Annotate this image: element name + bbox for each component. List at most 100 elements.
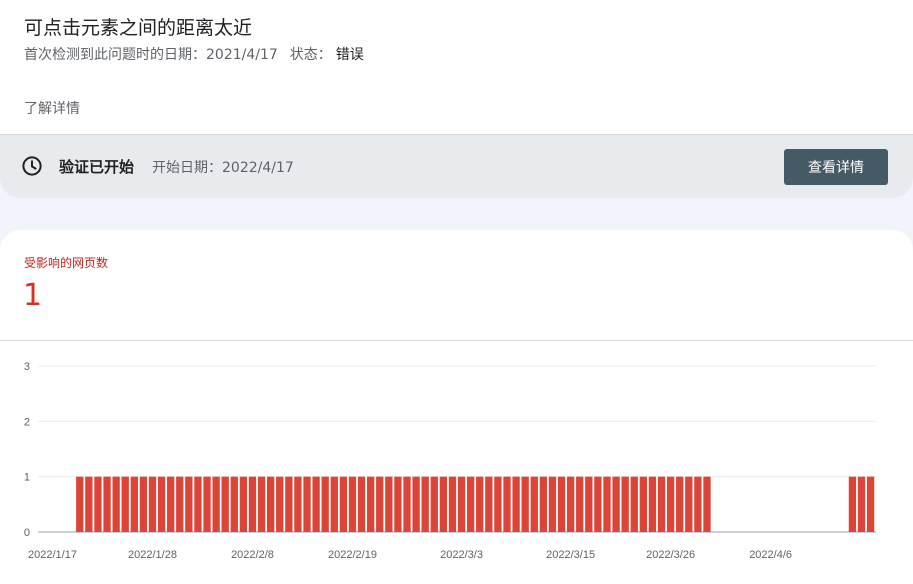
chart-bar	[239, 476, 248, 532]
chart-bar	[476, 476, 484, 532]
chart-bar	[848, 476, 857, 532]
x-tick-label: 2022/2/19	[328, 549, 377, 561]
chart-bar	[694, 476, 702, 532]
chart-bar	[394, 476, 402, 532]
chart-bar	[312, 476, 320, 532]
chart-bar	[639, 476, 647, 532]
learn-more-link[interactable]: 了解详情	[24, 98, 80, 118]
chart-bar	[594, 476, 602, 532]
x-tick-label: 2022/4/6	[749, 549, 792, 561]
chart-bar	[412, 476, 420, 532]
y-tick-label: 0	[24, 527, 30, 539]
chart-bar	[85, 476, 93, 532]
chart-bar	[585, 476, 593, 532]
chart-bar	[103, 476, 111, 532]
chart-bar	[612, 476, 620, 532]
chart-bar	[267, 476, 275, 532]
view-details-button[interactable]: 查看详情	[784, 149, 888, 185]
y-tick-label: 2	[24, 416, 30, 428]
start-date-value: 2022/4/17	[222, 160, 294, 176]
chart-bar	[76, 476, 84, 532]
chart-bar	[648, 476, 657, 532]
chart-bar	[321, 476, 329, 532]
chart-bar	[285, 476, 293, 532]
chart-bar	[539, 476, 548, 532]
chart-bar	[430, 476, 438, 532]
chart-bar	[294, 476, 302, 532]
chart-bar	[657, 476, 666, 532]
x-tick-label: 2022/1/17	[28, 549, 77, 561]
y-tick-label: 1	[24, 472, 30, 484]
chart-bar	[339, 476, 348, 532]
chart-bar	[512, 476, 520, 532]
chart-bar	[676, 476, 684, 532]
x-tick-label: 2022/3/26	[646, 549, 695, 561]
chart-bar	[276, 476, 284, 532]
chart-bar	[167, 476, 175, 532]
validation-title: 验证已开始	[59, 158, 135, 176]
chart-bar	[494, 476, 502, 532]
chart-bar	[385, 476, 393, 532]
chart-bar	[857, 476, 866, 532]
chart-bar	[112, 476, 120, 532]
chart-bar	[139, 476, 148, 532]
chart-bar	[230, 476, 238, 532]
start-date-label: 开始日期：	[152, 160, 222, 176]
chart-bar	[530, 476, 538, 532]
chart-bar	[367, 476, 375, 532]
chart-bar	[576, 476, 584, 532]
chart-bar	[457, 476, 466, 532]
status-value: 错误	[335, 47, 364, 63]
chart-bar	[376, 476, 384, 532]
chart-bar	[176, 476, 184, 532]
affected-pages-card: 受影响的网页数 1 0 1 2 3 2022/1/17 2022/1/28 2022/2/8…	[0, 230, 913, 584]
chart-bar	[521, 476, 529, 532]
issue-title: 可点击元素之间的距离太近	[24, 17, 253, 39]
chart-bar	[157, 476, 166, 532]
chart-bar	[421, 476, 429, 532]
chart-bar	[357, 476, 366, 532]
chart-bar	[330, 476, 338, 532]
affected-pages-chart: 0 1 2 3 2022/1/17 2022/1/28 2022/2/8 2022/2/19 2…	[24, 361, 876, 561]
chart-bar	[148, 476, 157, 532]
chart-bar	[466, 476, 475, 532]
chart-bar	[439, 476, 448, 532]
chart-bar	[603, 476, 611, 532]
x-tick-label: 2022/1/28	[128, 549, 177, 561]
chart-bar	[630, 476, 638, 532]
first-detected-date: 2021/4/17	[206, 47, 278, 63]
chart-bar	[212, 476, 220, 532]
chart-bar	[566, 476, 575, 532]
status-label: 状态：	[289, 47, 332, 63]
chart-bar	[703, 476, 711, 532]
chart-bar	[257, 476, 266, 532]
chart-bar	[548, 476, 557, 532]
chart-bar	[221, 476, 229, 532]
chart-bar	[94, 476, 102, 532]
y-tick-label: 3	[24, 361, 30, 373]
chart-bar	[403, 476, 411, 532]
chart-bar	[685, 476, 693, 532]
x-tick-label: 2022/2/8	[231, 549, 274, 561]
chart-bar	[130, 476, 138, 532]
x-tick-label: 2022/3/15	[546, 549, 595, 561]
chart-bar	[485, 476, 493, 532]
validation-start: 开始日期：2022/4/17	[152, 157, 294, 177]
chart-bar	[666, 476, 675, 532]
clock-icon	[22, 156, 42, 176]
issue-meta: 首次检测到此问题时的日期：2021/4/17 状态： 错误	[24, 44, 364, 64]
x-tick-label: 2022/3/3	[440, 549, 483, 561]
chart-bar	[348, 476, 357, 532]
chart-bar	[503, 476, 511, 532]
chart-bar	[121, 476, 129, 532]
chart-bar	[448, 476, 457, 532]
chart-bar	[557, 476, 566, 532]
validation-banner: 验证已开始 开始日期：2022/4/17 查看详情	[0, 134, 913, 198]
chart-bar	[621, 476, 629, 532]
chart-bar	[866, 476, 875, 532]
chart-bar	[194, 476, 202, 532]
chart-bar	[303, 476, 311, 532]
issue-card: 可点击元素之间的距离太近 首次检测到此问题时的日期：2021/4/17 状态： 错误…	[0, 0, 913, 198]
chart-bar	[248, 476, 257, 532]
chart-bar	[203, 476, 211, 532]
